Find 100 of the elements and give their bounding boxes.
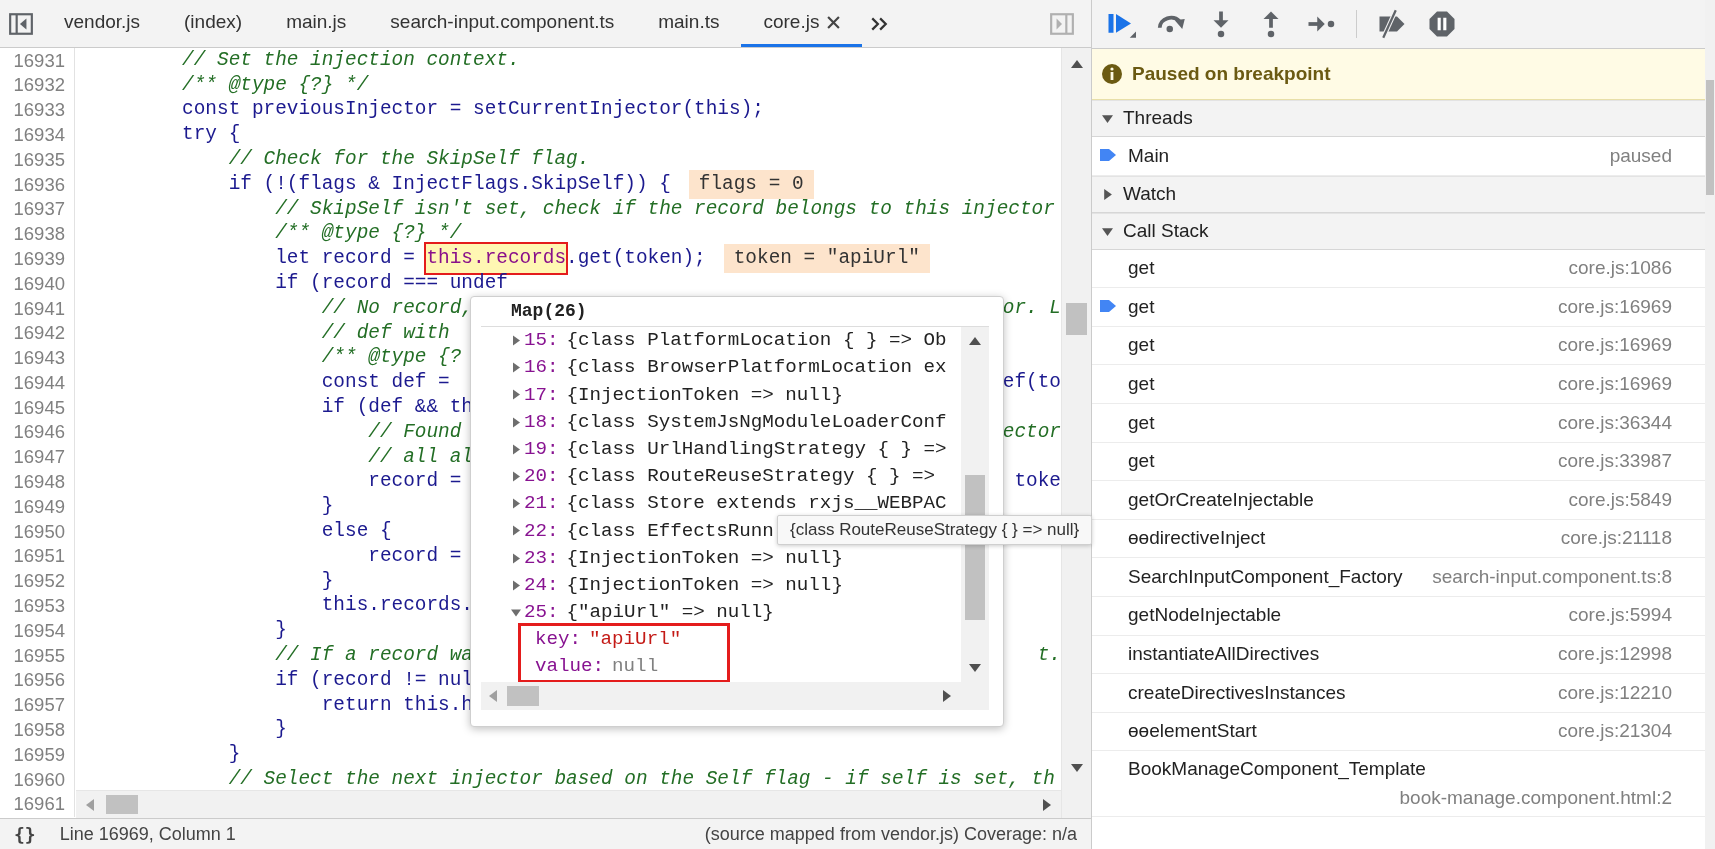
section-header[interactable]: Watch xyxy=(1092,175,1705,213)
stack-frame[interactable]: Main paused xyxy=(1092,137,1705,176)
stack-frame[interactable]: getOrCreateInjectable core.js:5849 xyxy=(1092,481,1705,520)
map-entry[interactable]: 19: {class UrlHandlingStrategy { } => xyxy=(511,435,961,463)
code-comment: t. xyxy=(1037,642,1061,668)
sidebar-toggle-icon[interactable] xyxy=(1049,10,1075,37)
scrollbar-thumb[interactable] xyxy=(1066,303,1087,335)
entry-index: 23: xyxy=(524,545,559,571)
file-tab[interactable]: core.js xyxy=(741,0,863,47)
expand-triangle-icon[interactable] xyxy=(511,335,521,347)
expand-triangle-icon[interactable] xyxy=(511,525,521,537)
stack-frame[interactable]: createDirectivesInstances core.js:12210 xyxy=(1092,674,1705,713)
code-text: .get(token); xyxy=(566,246,706,272)
cursor-position: Line 16969, Column 1 xyxy=(59,822,236,846)
expand-triangle-icon[interactable] xyxy=(1102,188,1113,200)
map-entry[interactable]: 20: {class RouteReuseStrategy { } => xyxy=(511,462,961,491)
scrollbar[interactable] xyxy=(481,682,989,710)
stack-frame[interactable]: get core.js:1086 xyxy=(1092,249,1705,289)
scrollbar[interactable] xyxy=(1705,0,1715,849)
map-entry[interactable]: 17: {InjectionToken => null} xyxy=(511,381,961,409)
stack-frame[interactable]: get core.js:16969 xyxy=(1092,288,1705,327)
entry-index: 19: xyxy=(524,436,559,462)
code-line: let record = xyxy=(274,246,416,272)
expand-triangle-icon[interactable] xyxy=(511,389,521,401)
scroll-down-icon[interactable] xyxy=(1070,764,1083,772)
property-value: null xyxy=(612,654,659,680)
sidebar-toggle-icon[interactable] xyxy=(8,10,34,37)
scrollbar-thumb[interactable] xyxy=(1706,80,1714,195)
scrollbar-thumb[interactable] xyxy=(507,686,539,706)
frame-name: getNodeInjectable xyxy=(1128,603,1282,628)
section-header[interactable]: Threads xyxy=(1092,100,1705,137)
stack-frame[interactable]: ɵɵelementStart core.js:21304 xyxy=(1092,712,1705,752)
stack-frame[interactable]: get core.js:16969 xyxy=(1092,326,1705,366)
stack-frame[interactable]: getNodeInjectable core.js:5994 xyxy=(1092,596,1705,636)
expand-triangle-icon[interactable] xyxy=(1102,225,1113,237)
stack-frame[interactable]: BookManageComponent_Template book-manage.component.html:2 xyxy=(1092,751,1705,818)
code-line: if (record != nul xyxy=(274,667,473,693)
scroll-up-icon[interactable] xyxy=(1070,60,1083,68)
stack-frame[interactable]: get core.js:33987 xyxy=(1092,442,1705,482)
code-line: return this.h xyxy=(320,692,473,718)
scroll-right-icon[interactable] xyxy=(1043,799,1051,811)
frame-name: ɵɵelementStart xyxy=(1128,719,1257,744)
line-number: 16944 xyxy=(0,370,75,396)
line-number: 16945 xyxy=(0,395,75,420)
scroll-up-icon[interactable] xyxy=(969,337,981,345)
stack-frame[interactable]: instantiateAllDirectives core.js:12998 xyxy=(1092,635,1705,675)
section-header[interactable]: Call Stack xyxy=(1092,212,1705,250)
map-entry[interactable]: 25: {"apiUrl" => null} xyxy=(511,598,961,627)
map-entry[interactable]: 18: {class SystemJsNgModuleLoaderConf xyxy=(511,408,961,436)
close-icon[interactable] xyxy=(827,15,841,29)
entry-index: 21: xyxy=(524,491,559,517)
entry-index: 15: xyxy=(524,328,559,354)
expand-triangle-icon[interactable] xyxy=(511,416,521,428)
expand-triangle-icon[interactable] xyxy=(511,443,521,455)
expand-triangle-icon[interactable] xyxy=(511,552,521,564)
expand-triangle-icon[interactable] xyxy=(511,579,521,591)
scroll-down-icon[interactable] xyxy=(969,664,981,672)
inline-value: token = "apiUrl" xyxy=(723,244,930,274)
pretty-print-button[interactable]: {} xyxy=(14,820,36,848)
entry-value: {class RouteReuseStrategy { } => xyxy=(566,464,935,490)
map-entry[interactable]: 24: {InjectionToken => null} xyxy=(511,571,961,599)
map-entry[interactable]: 15: {class PlatformLocation { } => Ob xyxy=(511,327,961,355)
scrollbar[interactable] xyxy=(76,790,1061,818)
pause-exceptions-icon[interactable] xyxy=(1427,9,1457,39)
scrollbar-thumb[interactable] xyxy=(106,795,138,814)
file-tab[interactable]: vendor.js xyxy=(42,0,163,47)
deactivate-breakpoints-icon[interactable] xyxy=(1377,9,1407,39)
stack-frame[interactable]: SearchInputComponent_Factory search-input.component.ts:8 xyxy=(1092,558,1705,597)
frame-location: core.js:1086 xyxy=(1567,256,1672,281)
file-tab[interactable]: (index) xyxy=(162,0,265,47)
expand-triangle-icon[interactable] xyxy=(1102,113,1113,124)
line-number: 16936 xyxy=(0,172,75,197)
code-comment: // Select the next injector based on the Self flag - if self is set, th xyxy=(227,766,1055,792)
map-entry[interactable]: 21: {class Store extends rxjs__WEBPAC xyxy=(511,490,961,518)
entry-index: 16: xyxy=(524,355,559,381)
code-line: } xyxy=(274,717,287,743)
file-tab[interactable]: main.ts xyxy=(636,0,742,47)
frame-location: core.js:16969 xyxy=(1556,333,1672,358)
frame-location: core.js:5849 xyxy=(1567,487,1672,512)
scroll-right-icon[interactable] xyxy=(943,690,951,702)
map-entry[interactable]: 16: {class BrowserPlatformLocation ex xyxy=(511,354,961,382)
code-line: } xyxy=(320,494,334,520)
more-tabs-icon[interactable] xyxy=(870,15,889,32)
entry-index: 20: xyxy=(524,464,559,490)
line-number: 16951 xyxy=(0,543,75,569)
section-title: Threads xyxy=(1123,106,1193,131)
stack-frame[interactable]: ɵɵdirectiveInject core.js:21118 xyxy=(1092,519,1705,559)
line-number: 16954 xyxy=(0,618,75,644)
stack-frame[interactable]: get core.js:36344 xyxy=(1092,403,1705,443)
expand-triangle-icon[interactable] xyxy=(511,362,521,374)
map-entry[interactable]: 23: {InjectionToken => null} xyxy=(511,544,961,572)
frame-location: search-input.component.ts:8 xyxy=(1431,564,1672,589)
file-tab[interactable]: search-input.component.ts xyxy=(368,0,637,47)
expand-triangle-icon[interactable] xyxy=(511,498,521,510)
highlighted-expression[interactable]: this.records xyxy=(426,244,567,274)
line-number: 16942 xyxy=(0,320,75,346)
expand-triangle-icon[interactable] xyxy=(511,471,521,483)
frame-location: core.js:33987 xyxy=(1556,449,1672,474)
file-tab[interactable]: main.js xyxy=(264,0,369,47)
stack-frame[interactable]: get core.js:16969 xyxy=(1092,365,1705,404)
